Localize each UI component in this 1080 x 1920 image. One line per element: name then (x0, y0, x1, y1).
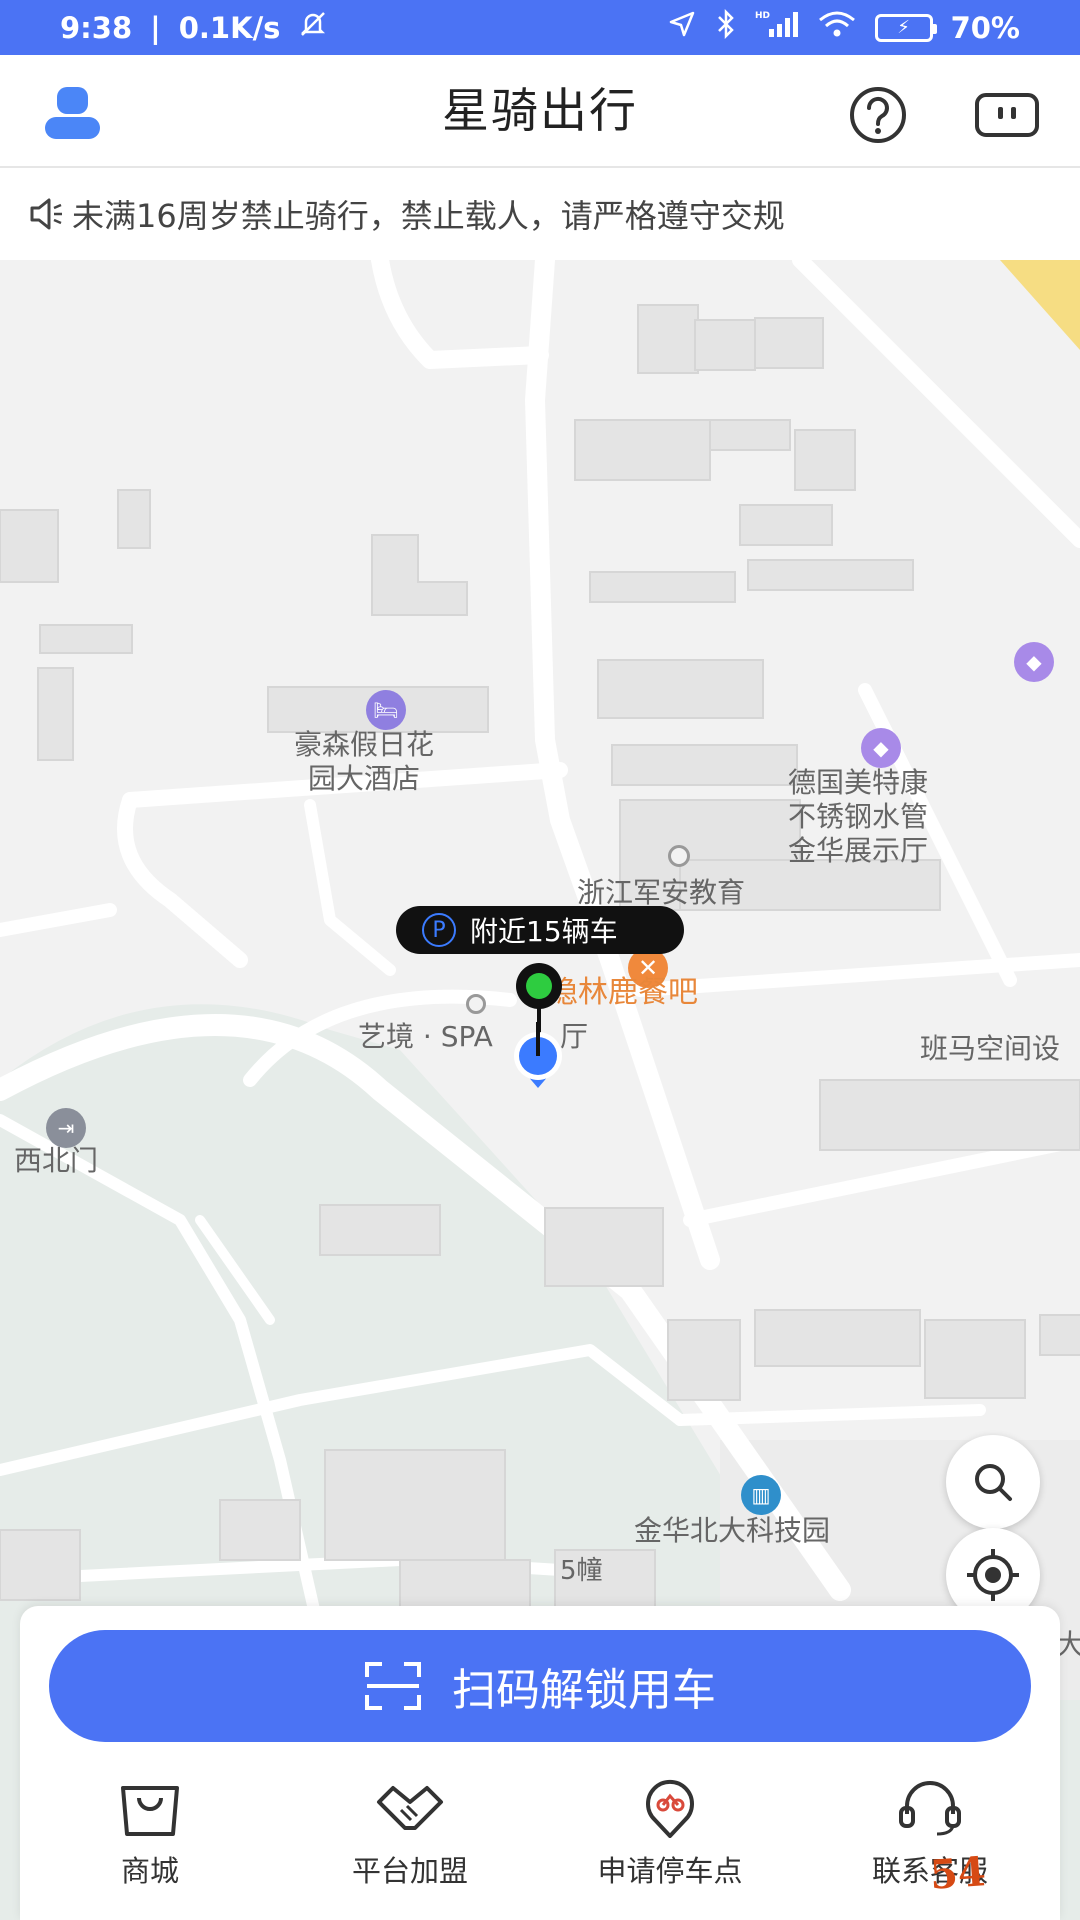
notice-text: 未满16周岁禁止骑行，禁止载人，请严格遵守交规 (72, 197, 785, 235)
status-divider: | (150, 10, 161, 45)
map-search-button[interactable] (946, 1435, 1040, 1529)
speaker-icon (30, 198, 62, 230)
gate-icon: ⇥ (46, 1108, 86, 1148)
map-label-banma: 班马空间设 (920, 1032, 1061, 1065)
scan-unlock-label: 扫码解锁用车 (452, 1666, 716, 1715)
user-profile-icon[interactable] (45, 87, 100, 139)
help-icon[interactable] (848, 85, 908, 145)
nav-item-mall[interactable]: 商城 (20, 1778, 280, 1898)
bluetooth-icon (715, 8, 737, 46)
map-label-tech-park: 金华北大科技园 (634, 1514, 831, 1547)
shopping-bag-icon (121, 1786, 179, 1836)
location-arrow-icon (667, 9, 697, 46)
status-network-speed: 0.1K/s (178, 10, 281, 45)
wifi-icon (817, 9, 857, 46)
map-label-showroom: 德国美特康 不锈钢水管 金华展示厅 (788, 766, 929, 867)
status-bar: 9:38 | 0.1K/s HD ⚡ 70% (0, 0, 1080, 55)
nearby-vehicles-text: 附近15辆车 (470, 915, 618, 948)
message-icon[interactable] (974, 92, 1040, 138)
shop-icon: ◆ (861, 728, 901, 768)
education-dot-icon (668, 845, 690, 867)
map-label-northwest-gate: 西北门 (14, 1144, 99, 1177)
battery-percent: 70% (950, 10, 1020, 45)
headset-icon (899, 1781, 961, 1836)
svg-text:HD: HD (755, 11, 770, 21)
status-right: HD ⚡ 70% (667, 8, 1020, 46)
scan-icon (365, 1662, 421, 1710)
hotel-icon: 🛏 (366, 690, 406, 730)
map-label-building-5: 5幢 (560, 1556, 603, 1586)
parking-point-icon (646, 1779, 694, 1838)
nav-label-mall: 商城 (120, 1854, 179, 1888)
status-time: 9:38 (60, 10, 133, 45)
current-location-icon (514, 1022, 562, 1088)
shop-icon-edge: ◆ (1014, 642, 1054, 682)
handshake-icon (377, 1786, 443, 1830)
hd-signal-icon: HD (755, 9, 799, 46)
watermark-logo: 54 (928, 1848, 988, 1899)
bottom-panel: 扫码解锁用车 商城 平台加盟 申请停车点 联系客服 (20, 1606, 1060, 1920)
nav-item-apply-parking[interactable]: 申请停车点 (540, 1778, 800, 1898)
spa-dot-icon (466, 994, 486, 1014)
nearby-vehicles-bubble[interactable]: P 附近15辆车 (396, 906, 684, 954)
page-title: 星骑出行 (442, 84, 638, 139)
bottom-nav: 商城 平台加盟 申请停车点 联系客服 (20, 1778, 1060, 1898)
map-label-restaurant: 隐林鹿餐吧 (548, 975, 698, 1010)
nav-label-apply-parking: 申请停车点 (597, 1854, 743, 1888)
mute-bell-icon (298, 9, 328, 46)
locate-icon (967, 1549, 1019, 1601)
nav-item-franchise[interactable]: 平台加盟 (280, 1778, 540, 1898)
notice-bar: 未满16周岁禁止骑行，禁止载人，请严格遵守交规 (0, 168, 1080, 260)
app-header: 星骑出行 (0, 55, 1080, 168)
building-icon: ▥ (741, 1475, 781, 1515)
scan-unlock-button[interactable]: 扫码解锁用车 (49, 1630, 1031, 1742)
map-label-hotel: 豪森假日花 园大酒店 (294, 728, 435, 795)
map-label-spa: 艺境 · SPA (358, 1020, 493, 1053)
status-left: 9:38 | 0.1K/s (60, 9, 328, 46)
parking-circle-icon: P (422, 913, 456, 947)
battery-icon: ⚡ (874, 13, 937, 42)
nav-label-franchise: 平台加盟 (351, 1854, 468, 1888)
search-icon (975, 1464, 1012, 1501)
map-label-education: 浙江军安教育 (577, 876, 746, 909)
